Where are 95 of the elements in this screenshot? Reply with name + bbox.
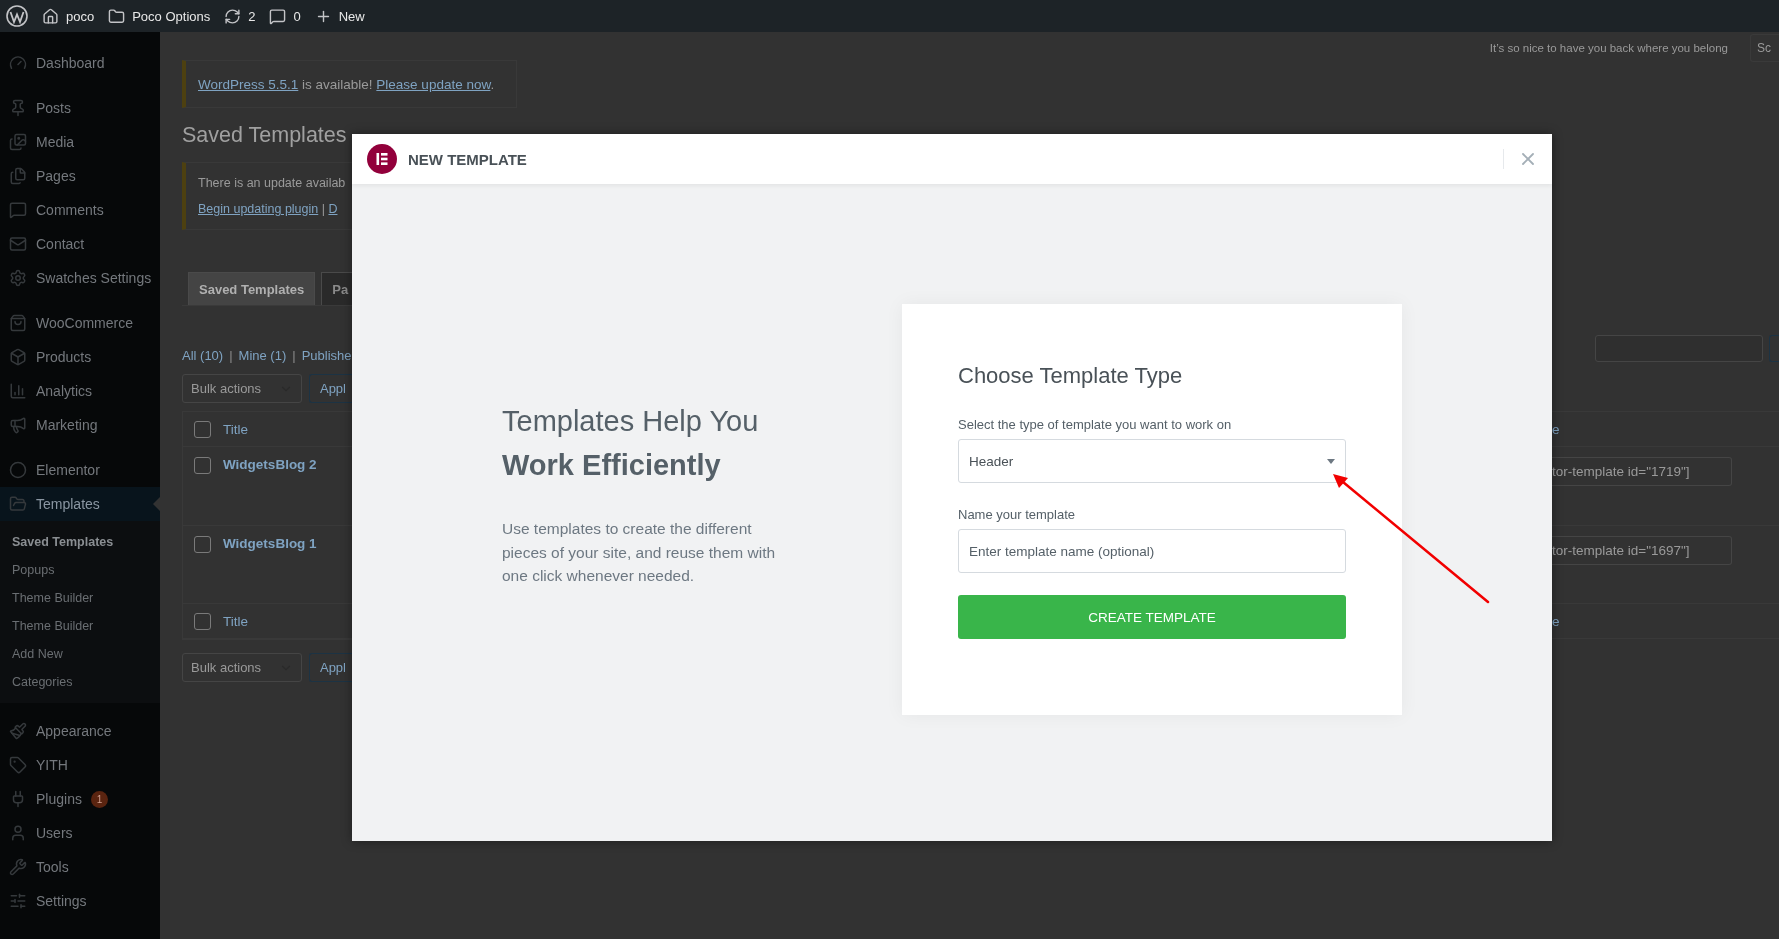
brush-icon	[9, 722, 27, 740]
form-title: Choose Template Type	[958, 362, 1184, 390]
checkbox[interactable]	[194, 457, 211, 474]
tab[interactable]: Saved Templates	[188, 272, 316, 305]
sidebar-item[interactable]: Templates	[0, 487, 160, 521]
pages-icon	[9, 167, 27, 185]
notice-text: There is an update availab	[198, 175, 347, 192]
home-icon	[42, 7, 59, 25]
sidebar-item[interactable]: Contact	[0, 227, 160, 261]
intro-title: Templates Help You	[502, 404, 760, 439]
sidebar-item[interactable]: Settings	[0, 884, 160, 918]
sidebar-item[interactable]: Users	[0, 816, 160, 850]
dialog-title: NEW TEMPLATE	[408, 150, 527, 168]
logo-icon	[367, 144, 397, 174]
submenu-item[interactable]: Theme Builder	[0, 612, 160, 640]
user-icon	[9, 824, 27, 842]
shortcode-field[interactable]: tor-template id="1719"]	[1552, 457, 1732, 486]
sidebar-item[interactable]: Dashboard	[0, 46, 160, 80]
folder-icon	[108, 7, 126, 25]
refresh-icon	[224, 7, 242, 25]
sliders-icon	[9, 892, 27, 910]
admin-bar-item[interactable]: Poco Options	[108, 0, 211, 32]
submenu-item[interactable]: Add New	[0, 640, 160, 668]
box-icon	[9, 348, 27, 366]
notice-link[interactable]: Begin updating plugin	[198, 202, 319, 216]
sidebar-item[interactable]: Comments	[0, 193, 160, 227]
column-header[interactable]: Title	[223, 613, 248, 629]
sidebar-item[interactable]: Products	[0, 340, 160, 374]
notice-actions: Begin updating plugin | D	[198, 201, 339, 218]
gear-icon	[9, 269, 27, 287]
wrench-icon	[9, 858, 27, 876]
sidebar-item[interactable]: Tools	[0, 850, 160, 884]
greeting-text: It’s so nice to have you back where you belong	[1489, 42, 1728, 54]
filter-link[interactable]: Publishe	[301, 347, 352, 363]
shortcode-field[interactable]: tor-template id="1697"]	[1552, 536, 1732, 565]
sidebar-item[interactable]: Marketing	[0, 408, 160, 442]
bulk-actions-select[interactable]: Bulk actions	[182, 374, 302, 403]
megaphone-icon	[9, 416, 27, 434]
pin-icon	[9, 99, 27, 117]
tag-icon	[9, 756, 27, 774]
sidebar-item[interactable]: YITH	[0, 748, 160, 782]
admin-bar-item[interactable]: 2	[224, 0, 256, 32]
submenu-item[interactable]: Saved Templates	[0, 528, 160, 556]
submenu-item[interactable]: Theme Builder	[0, 584, 160, 612]
submenu-item[interactable]: Categories	[0, 668, 160, 696]
admin-bar-item[interactable]: New	[314, 0, 365, 32]
intro-text: Use templates to create the different pieces of your site, and reuse them with one click whenever needed.	[502, 519, 777, 586]
template-name-field[interactable]: Enter template name (optional)	[958, 529, 1346, 573]
checkbox[interactable]	[194, 536, 211, 553]
separator-text: |	[229, 347, 233, 363]
count-badge: 1	[90, 790, 108, 808]
site-logo-icon[interactable]	[6, 5, 28, 27]
notice-link[interactable]: WordPress 5.5.1	[198, 76, 299, 92]
dashboard-icon	[9, 54, 27, 72]
submenu-item[interactable]: Popups	[0, 556, 160, 584]
screen-options-tab[interactable]: Sc	[1750, 34, 1779, 62]
sidebar-item[interactable]: Analytics	[0, 374, 160, 408]
media-icon	[9, 133, 27, 151]
create-template-button[interactable]: CREATE TEMPLATE	[958, 595, 1346, 639]
template-title-link[interactable]: WidgetsBlog 2	[223, 457, 317, 472]
sidebar-item[interactable]: Appearance	[0, 714, 160, 748]
bag-icon	[9, 314, 27, 332]
comment-icon	[269, 7, 287, 25]
column-header[interactable]: e	[1552, 421, 1560, 437]
sidebar-item[interactable]: Elementor	[0, 453, 160, 487]
notice-text: WordPress 5.5.1 is available! Please update now.	[198, 76, 495, 92]
notice-link[interactable]: D	[328, 202, 338, 216]
checkbox[interactable]	[194, 420, 211, 438]
field-label: Name your template	[958, 506, 1077, 524]
template-title-link[interactable]: WidgetsBlog 1	[223, 536, 317, 551]
sidebar-item[interactable]: WooCommerce	[0, 306, 160, 340]
page-heading: Saved Templates	[182, 122, 348, 149]
comment-icon	[9, 201, 27, 219]
bulk-actions-select[interactable]: Bulk actions	[182, 653, 302, 682]
bar-chart-icon	[9, 382, 27, 400]
template-type-select[interactable]: Header	[958, 439, 1346, 483]
circle-icon	[9, 461, 27, 479]
sidebar-item[interactable]: Plugins 1	[0, 782, 160, 816]
intro-title: Work Efficiently	[502, 448, 722, 483]
checkbox[interactable]	[194, 612, 211, 630]
column-header[interactable]: e	[1552, 613, 1560, 629]
caret-icon	[1327, 458, 1335, 464]
folder-icon	[9, 495, 27, 513]
column-header[interactable]: Title	[223, 421, 248, 437]
admin-bar-item[interactable]: poco	[42, 0, 95, 32]
sidebar-item[interactable]: Media	[0, 125, 160, 159]
field-label: Select the type of template you want to work on	[958, 416, 1233, 434]
envelope-icon	[9, 235, 27, 253]
separator-text: |	[292, 347, 296, 363]
sidebar-item[interactable]: Pages	[0, 159, 160, 193]
admin-bar-item[interactable]: 0	[269, 0, 301, 32]
sidebar-item[interactable]: Posts	[0, 91, 160, 125]
filter-link[interactable]: All (10)	[182, 347, 224, 363]
sidebar-item[interactable]: Swatches Settings	[0, 261, 160, 295]
filter-link[interactable]: Mine (1)	[238, 347, 287, 363]
